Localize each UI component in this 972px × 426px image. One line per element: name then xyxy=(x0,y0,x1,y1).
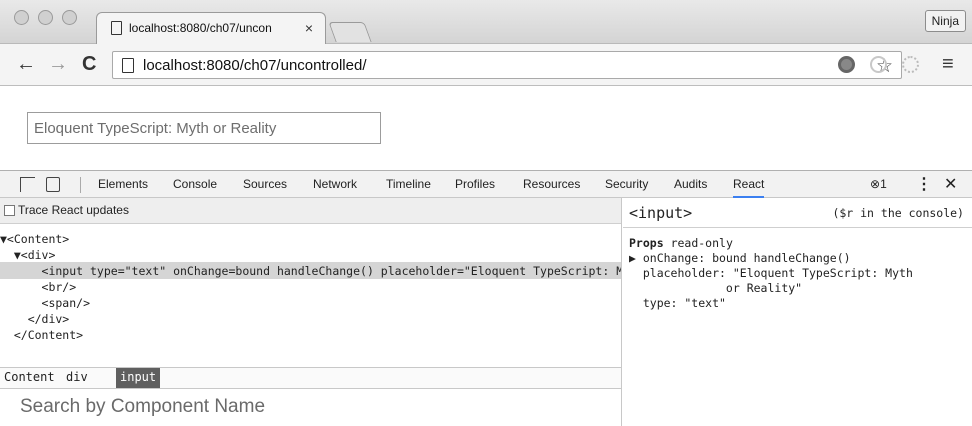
devtools-tabbar: Elements Console Sources Network Timelin… xyxy=(0,170,972,198)
console-hint: ($r in the console) xyxy=(832,206,964,220)
trace-react-updates[interactable]: Trace React updates xyxy=(0,198,621,224)
close-window-button[interactable] xyxy=(14,10,29,25)
tab-react[interactable]: React xyxy=(733,171,765,198)
reload-icon[interactable]: C xyxy=(82,54,96,74)
document-icon xyxy=(111,21,122,35)
component-tree-panel: Trace React updates ▼<Content> ▼<div> <i… xyxy=(0,198,622,426)
tree-row-content-close[interactable]: </Content> xyxy=(0,326,621,343)
inspector-header: <input> ($r in the console) xyxy=(623,198,972,228)
device-mode-icon[interactable] xyxy=(46,177,60,192)
tree-node: <span/> xyxy=(0,296,91,310)
tab-close-button[interactable]: × xyxy=(305,20,313,36)
tab-network[interactable]: Network xyxy=(313,177,357,191)
breadcrumb: Content div input xyxy=(0,367,621,389)
prop-placeholder-cont: or Reality" xyxy=(629,281,803,295)
back-arrow-icon[interactable]: ← xyxy=(16,54,36,74)
error-count-value: 1 xyxy=(880,177,887,191)
minimize-window-button[interactable] xyxy=(38,10,53,25)
page-content xyxy=(0,86,972,170)
tree-node: </div> xyxy=(0,312,70,326)
tree-row-div-close[interactable]: </div> xyxy=(0,310,621,327)
props-section: Props read-only ▶ onChange: bound handle… xyxy=(629,236,969,311)
props-title: Props xyxy=(629,236,664,250)
devtools-close-icon[interactable]: ✕ xyxy=(944,174,957,194)
tree-row-input[interactable]: <input type="text" onChange=bound handle… xyxy=(0,262,621,279)
maximize-window-button[interactable] xyxy=(62,10,77,25)
tree-row-span[interactable]: <span/> xyxy=(0,294,621,311)
tab-security[interactable]: Security xyxy=(605,177,648,191)
selected-component-tag: <input> xyxy=(629,204,693,222)
typescript-input[interactable] xyxy=(27,112,381,144)
tab-resources[interactable]: Resources xyxy=(523,177,580,191)
extension-circle-icon[interactable] xyxy=(838,56,855,73)
inspect-element-icon[interactable] xyxy=(20,177,35,192)
tree-node: <input type="text" onChange=bound handle… xyxy=(41,264,621,278)
profile-button[interactable]: Ninja xyxy=(924,10,966,32)
error-count[interactable]: ⊗1 xyxy=(870,177,887,191)
browser-toolbar: ← → C localhost:8080/ch07/uncontrolled/ … xyxy=(0,44,972,86)
devtools-separator xyxy=(80,177,81,193)
props-note: read-only xyxy=(670,236,733,250)
tree-node: ▼<Content> xyxy=(0,232,70,246)
component-search-input[interactable]: Search by Component Name xyxy=(20,396,265,418)
tab-title: localhost:8080/ch07/uncon xyxy=(129,21,272,35)
page-icon xyxy=(122,58,134,73)
react-extension-icon[interactable] xyxy=(902,56,919,73)
tab-sources[interactable]: Sources xyxy=(243,177,287,191)
tab-console[interactable]: Console xyxy=(173,177,217,191)
tab-audits[interactable]: Audits xyxy=(674,177,707,191)
breadcrumb-div[interactable]: div xyxy=(62,368,92,388)
prop-onchange[interactable]: ▶ onChange: bound handleChange() xyxy=(629,251,969,266)
inspector-panel: <input> ($r in the console) Props read-o… xyxy=(623,198,972,426)
breadcrumb-content[interactable]: Content xyxy=(0,368,59,388)
tab-timeline[interactable]: Timeline xyxy=(386,177,431,191)
address-bar[interactable]: localhost:8080/ch07/uncontrolled/ ☆ xyxy=(112,51,902,79)
devtools-menu-icon[interactable]: ⋮ xyxy=(916,174,932,194)
tab-elements[interactable]: Elements xyxy=(98,177,148,191)
extension-crescent-icon[interactable] xyxy=(870,56,887,73)
tree-node: ▼<div> xyxy=(0,248,56,262)
browser-titlebar: localhost:8080/ch07/uncon × Ninja xyxy=(0,0,972,44)
tree-row-content[interactable]: ▼<Content> xyxy=(0,230,621,247)
error-icon: ⊗ xyxy=(870,177,881,191)
breadcrumb-input[interactable]: input xyxy=(116,368,161,388)
props-heading: Props read-only xyxy=(629,236,969,251)
prop-type: type: "text" xyxy=(629,296,726,310)
tree-row-br[interactable]: <br/> xyxy=(0,278,621,295)
url-text: localhost:8080/ch07/uncontrolled/ xyxy=(143,57,367,74)
trace-checkbox[interactable] xyxy=(4,205,15,216)
forward-arrow-icon[interactable]: → xyxy=(48,54,68,74)
tree-node: <br/> xyxy=(0,280,77,294)
trace-label: Trace React updates xyxy=(18,203,129,217)
tab-profiles[interactable]: Profiles xyxy=(455,177,495,191)
browser-menu-icon[interactable]: ≡ xyxy=(942,53,954,76)
tree-node: </Content> xyxy=(0,328,84,342)
new-tab-button[interactable] xyxy=(328,22,372,42)
browser-tab[interactable]: localhost:8080/ch07/uncon × xyxy=(96,12,326,44)
tree-row-div[interactable]: ▼<div> xyxy=(0,246,621,263)
prop-placeholder: placeholder: "Eloquent TypeScript: Myth xyxy=(629,266,913,280)
